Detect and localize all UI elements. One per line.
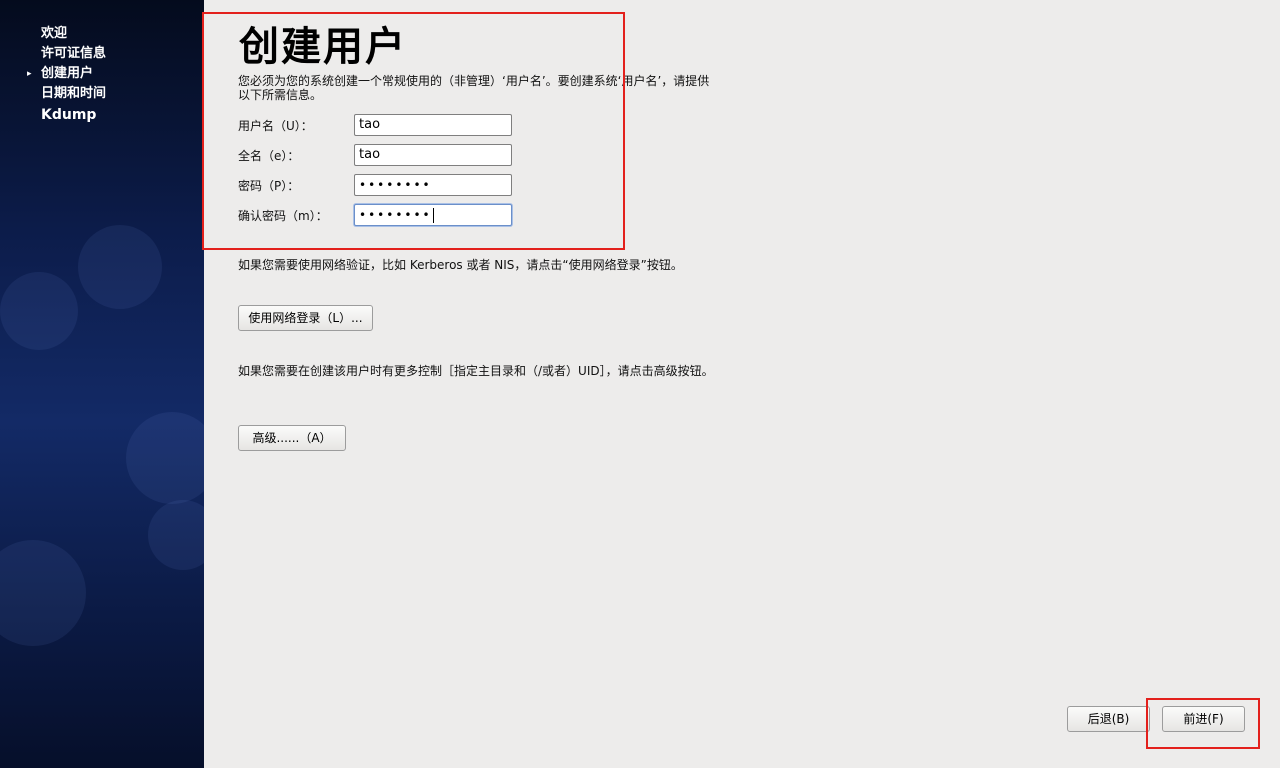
sidebar-item-label: 创建用户 xyxy=(41,66,94,81)
confirm-password-mask: •••••••• xyxy=(359,208,432,222)
sidebar-item-label: 许可证信息 xyxy=(41,46,107,61)
sidebar-item-license: 许可证信息 xyxy=(0,44,106,64)
sidebar-item-kdump: Kdump xyxy=(0,104,106,126)
decor-bubble xyxy=(126,412,204,504)
page-title: 创建用户 xyxy=(239,24,407,70)
network-login-button[interactable]: 使用网络登录（L）... xyxy=(238,305,373,331)
username-label: 用户名（U）： xyxy=(238,119,313,133)
password-field[interactable]: •••••••• xyxy=(354,174,512,196)
network-auth-text: 如果您需要使用网络验证，比如 Kerberos 或者 NIS，请点击“使用网络登… xyxy=(238,258,683,272)
fullname-value: tao xyxy=(359,147,381,162)
sidebar-item-welcome: 欢迎 xyxy=(0,24,106,44)
text-cursor xyxy=(432,208,434,223)
decor-bubble xyxy=(0,272,78,350)
fullname-field[interactable]: tao xyxy=(354,144,512,166)
sidebar-item-label: 欢迎 xyxy=(41,26,68,41)
sidebar-item-label: 日期和时间 xyxy=(41,86,107,101)
password-mask: •••••••• xyxy=(359,178,432,192)
confirm-password-field[interactable]: •••••••• xyxy=(354,204,512,226)
decor-bubble xyxy=(148,500,204,570)
forward-button[interactable]: 前进(F) xyxy=(1162,706,1245,732)
decor-bubble xyxy=(0,540,86,646)
sidebar-item-create-user: ▸ 创建用户 xyxy=(0,64,106,84)
advanced-text: 如果您需要在创建该用户时有更多控制［指定主目录和（/或者）UID］，请点击高级按… xyxy=(238,364,714,378)
advanced-button[interactable]: 高级......（A） xyxy=(238,425,346,451)
password-label: 密码（P）： xyxy=(238,179,300,193)
sidebar: 欢迎 许可证信息 ▸ 创建用户 日期和时间 Kdump xyxy=(0,0,204,768)
sidebar-nav: 欢迎 许可证信息 ▸ 创建用户 日期和时间 Kdump xyxy=(0,24,106,126)
sidebar-item-label: Kdump xyxy=(41,107,97,123)
fullname-label: 全名（e）： xyxy=(238,149,300,163)
confirm-password-label: 确认密码（m）： xyxy=(238,209,328,223)
current-step-arrow-icon: ▸ xyxy=(27,69,32,79)
sidebar-item-date-time: 日期和时间 xyxy=(0,84,106,104)
username-field[interactable]: tao xyxy=(354,114,512,136)
username-value: tao xyxy=(359,117,381,132)
intro-text: 您必须为您的系统创建一个常规使用的（非管理）‘用户名’。要创建系统‘用户名’，请… xyxy=(238,74,710,102)
back-button[interactable]: 后退(B) xyxy=(1067,706,1150,732)
decor-bubble xyxy=(78,225,162,309)
main-panel: 创建用户 您必须为您的系统创建一个常规使用的（非管理）‘用户名’。要创建系统‘用… xyxy=(204,0,1280,768)
